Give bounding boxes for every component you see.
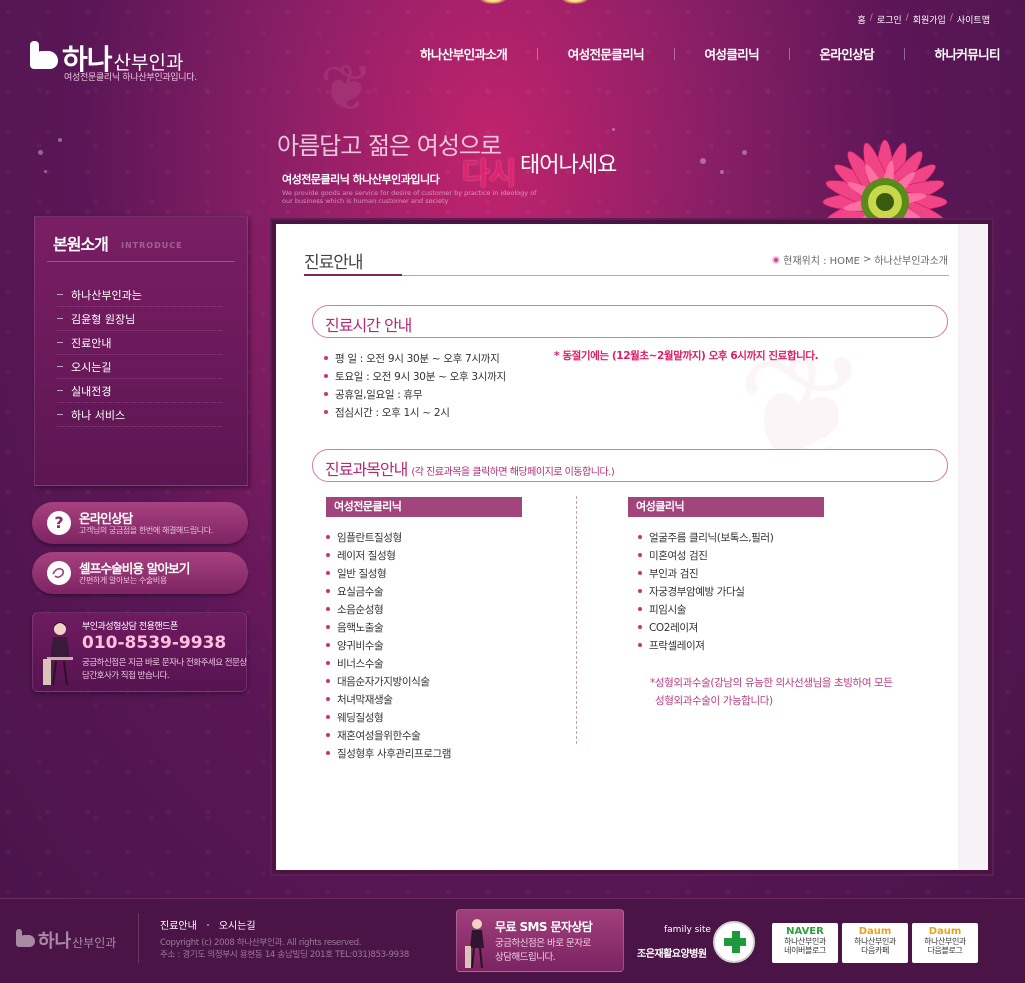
question-icon: ? xyxy=(47,511,71,535)
sidebar-item-about[interactable]: 하나산부인과는 xyxy=(57,283,222,307)
hospital-cross-icon[interactable] xyxy=(713,921,755,963)
lamp-light xyxy=(562,0,588,4)
logo-tagline: 여성전문클리닉 하나산부인과입니다. xyxy=(64,73,197,83)
col2-header: 여성클리닉 xyxy=(628,497,824,517)
sidebar-title: 본원소개 xyxy=(53,235,109,254)
subject-link[interactable]: 양귀비수술 xyxy=(326,636,451,654)
subject-link[interactable]: 음핵노출술 xyxy=(326,618,451,636)
hero-highlight: 다시 xyxy=(462,157,516,192)
subject-link[interactable]: 임플란트질성형 xyxy=(326,528,451,546)
subject-link[interactable]: 얼굴주름 클리닉(보톡스,필러) xyxy=(638,528,774,546)
subject-link[interactable]: 레이저 질성형 xyxy=(326,546,451,564)
hours-list: 평 일 : 오전 9시 30분 ~ 오후 7시까지 토요일 : 오전 9시 30… xyxy=(324,349,506,421)
nav-item-women-clinic[interactable]: 여성전문클리닉 xyxy=(568,44,645,63)
hours-section-header: 진료시간 안내 xyxy=(312,305,948,338)
family-site-label: family site xyxy=(664,925,711,935)
phone-consult-box: 부인과성형상담 전용핸드폰 010-8539-9938 궁금하신점은 지금 바로… xyxy=(32,612,247,692)
subject-link[interactable]: 자궁경부암예방 가다실 xyxy=(638,582,773,600)
util-login[interactable]: 로그인 xyxy=(877,13,902,26)
footer-link-guide[interactable]: 진료안내 xyxy=(160,917,197,932)
list-item: 토요일 : 오전 9시 30분 ~ 오후 3시까지 xyxy=(324,367,506,385)
surgery-cost-button[interactable]: 셀프수술비용 알아보기 간편하게 알아보는 수술비용 xyxy=(32,552,248,594)
sidebar-item-guide[interactable]: 진료안내 xyxy=(57,331,222,355)
subject-link[interactable]: 프락셀레이져 xyxy=(638,636,773,654)
col1-list: 임플란트질성형 레이저 질성형 일반 질성형 요실금수술 소음순성형 음핵노출술… xyxy=(326,528,451,762)
subject-link[interactable]: 질성형후 사후관리프로그램 xyxy=(326,744,451,762)
footer-logo-mark-icon xyxy=(16,929,36,947)
hero-tail: 태어나세요 xyxy=(520,153,617,178)
footer-link-directions[interactable]: 오시는길 xyxy=(219,917,256,932)
hero-subtitle: 여성전문클리닉 하나산부인과입니다 xyxy=(282,173,440,186)
online-consult-button[interactable]: ? 온라인상담 고객님의 궁금점을 한번에 해결해드립니다. xyxy=(32,502,248,544)
col1-header: 여성전문클리닉 xyxy=(326,497,522,517)
page-title: 진료안내 xyxy=(304,253,364,273)
nav-item-about[interactable]: 하나산부인과소개 xyxy=(420,44,508,63)
phone-label: 부인과성형상담 전용핸드폰 xyxy=(82,622,178,632)
subject-link[interactable]: 피임시술 xyxy=(638,600,773,618)
footer-copyright: Copyright (c) 2008 하나산부인과. All rights re… xyxy=(160,938,409,960)
winter-hours-note: * 동절기에는 (12월초~2월말까지) 오후 6시까지 진료합니다. xyxy=(554,350,819,362)
nurse-illustration-icon xyxy=(43,622,73,686)
daum-cafe-button[interactable]: Daum 하나산부인과 다음카페 xyxy=(842,923,908,963)
daum-blog-button[interactable]: Daum 하나산부인과 다음블로그 xyxy=(912,923,978,963)
naver-blog-button[interactable]: NAVER 하나산부인과 네이버블로그 xyxy=(772,923,838,963)
breadcrumb: 현재위치 : HOME > 하나산부인과소개 xyxy=(772,252,948,267)
plastic-surgery-note: *성형외과수술(강남의 유능한 의사선생님을 초빙하여 모든 성형외과수술이 가… xyxy=(650,677,893,707)
main-content: ❦ 진료안내 현재위치 : HOME > 하나산부인과소개 진료시간 안내 평 … xyxy=(276,224,988,870)
nav-item-community[interactable]: 하나커뮤니티 xyxy=(935,44,1001,63)
lamp-light xyxy=(480,0,506,4)
breadcrumb-current[interactable]: 하나산부인과소개 xyxy=(874,252,948,267)
footer-logo: 하나 산부인과 xyxy=(16,927,116,953)
sidebar-item-interior[interactable]: 실내전경 xyxy=(57,379,222,403)
subject-link[interactable]: 대음순자가지방이식술 xyxy=(326,672,451,690)
subject-link[interactable]: 요실금수술 xyxy=(326,582,451,600)
subjects-section-header: 진료과목안내 (각 진료과목을 클릭하면 해당페이지로 이동합니다.) xyxy=(312,449,948,482)
hero-english: We provide goods are service for desire … xyxy=(282,189,537,205)
column-divider xyxy=(576,496,577,744)
site-footer: 하나 산부인과 진료안내 오시는길 Copyright (c) 2008 하나산… xyxy=(0,898,1025,983)
phone-number[interactable]: 010-8539-9938 xyxy=(82,633,226,653)
breadcrumb-home[interactable]: 현재위치 : HOME xyxy=(783,252,860,267)
util-join[interactable]: 회원가입 xyxy=(913,13,946,26)
utility-menu: 홈 / 로그인 / 회원가입 / 사이트맵 xyxy=(857,13,990,26)
util-sitemap[interactable]: 사이트맵 xyxy=(957,13,990,26)
list-item: 평 일 : 오전 9시 30분 ~ 오후 7시까지 xyxy=(324,349,506,367)
util-home[interactable]: 홈 xyxy=(857,13,865,26)
subject-link[interactable]: 재혼여성을위한수술 xyxy=(326,726,451,744)
list-item: 점심시간 : 오후 1시 ~ 2시 xyxy=(324,403,506,421)
subject-link[interactable]: 부인과 검진 xyxy=(638,564,773,582)
sidebar-item-service[interactable]: 하나 서비스 xyxy=(57,403,222,427)
subject-link[interactable]: 처녀막재생술 xyxy=(326,690,451,708)
sms-consult-button[interactable]: 무료 SMS 문자상담 궁금하신점은 바로 문자로 상담해드립니다. xyxy=(456,909,624,972)
footer-links: 진료안내 오시는길 xyxy=(160,917,256,932)
family-site-name[interactable]: 조은재활요양병원 xyxy=(637,945,707,960)
subject-link[interactable]: 일반 질성형 xyxy=(326,564,451,582)
phone-desc: 궁금하신점은 지금 바로 문자나 전화주세요 전문상담간호사가 직접 받습니다. xyxy=(82,658,247,681)
subject-link[interactable]: 소음순성형 xyxy=(326,600,451,618)
sidebar-title-en: INTRODUCE xyxy=(121,241,183,250)
nav-item-female-clinic[interactable]: 여성클리닉 xyxy=(705,44,760,63)
butterfly-decoration-icon: ❦ xyxy=(320,52,374,126)
sidebar-menu: 본원소개 INTRODUCE 하나산부인과는 김윤형 원장님 진료안내 오시는길… xyxy=(34,216,248,486)
subject-link[interactable]: 비너스수술 xyxy=(326,654,451,672)
gerbera-flower-image xyxy=(790,110,1020,230)
subject-link[interactable]: 미혼여성 검진 xyxy=(638,546,773,564)
subject-link[interactable]: 웨딩질성형 xyxy=(326,708,451,726)
sidebar-item-directions[interactable]: 오시는길 xyxy=(57,355,222,379)
sidebar-item-director[interactable]: 김윤형 원장님 xyxy=(57,307,222,331)
nav-item-online[interactable]: 온라인상담 xyxy=(820,44,875,63)
main-nav: 하나산부인과소개 여성전문클리닉 여성클리닉 온라인상담 하나커뮤니티 xyxy=(420,44,1001,63)
surgery-cost-icon xyxy=(47,561,71,585)
nurse-illustration-icon xyxy=(465,919,484,969)
col2-list: 얼굴주름 클리닉(보톡스,필러) 미혼여성 검진 부인과 검진 자궁경부암예방 … xyxy=(638,528,774,654)
logo-mark-icon xyxy=(30,41,60,69)
list-item: 공휴일,일요일 : 휴무 xyxy=(324,385,506,403)
location-icon xyxy=(772,255,781,264)
subject-link[interactable]: CO2레이져 xyxy=(638,618,773,636)
